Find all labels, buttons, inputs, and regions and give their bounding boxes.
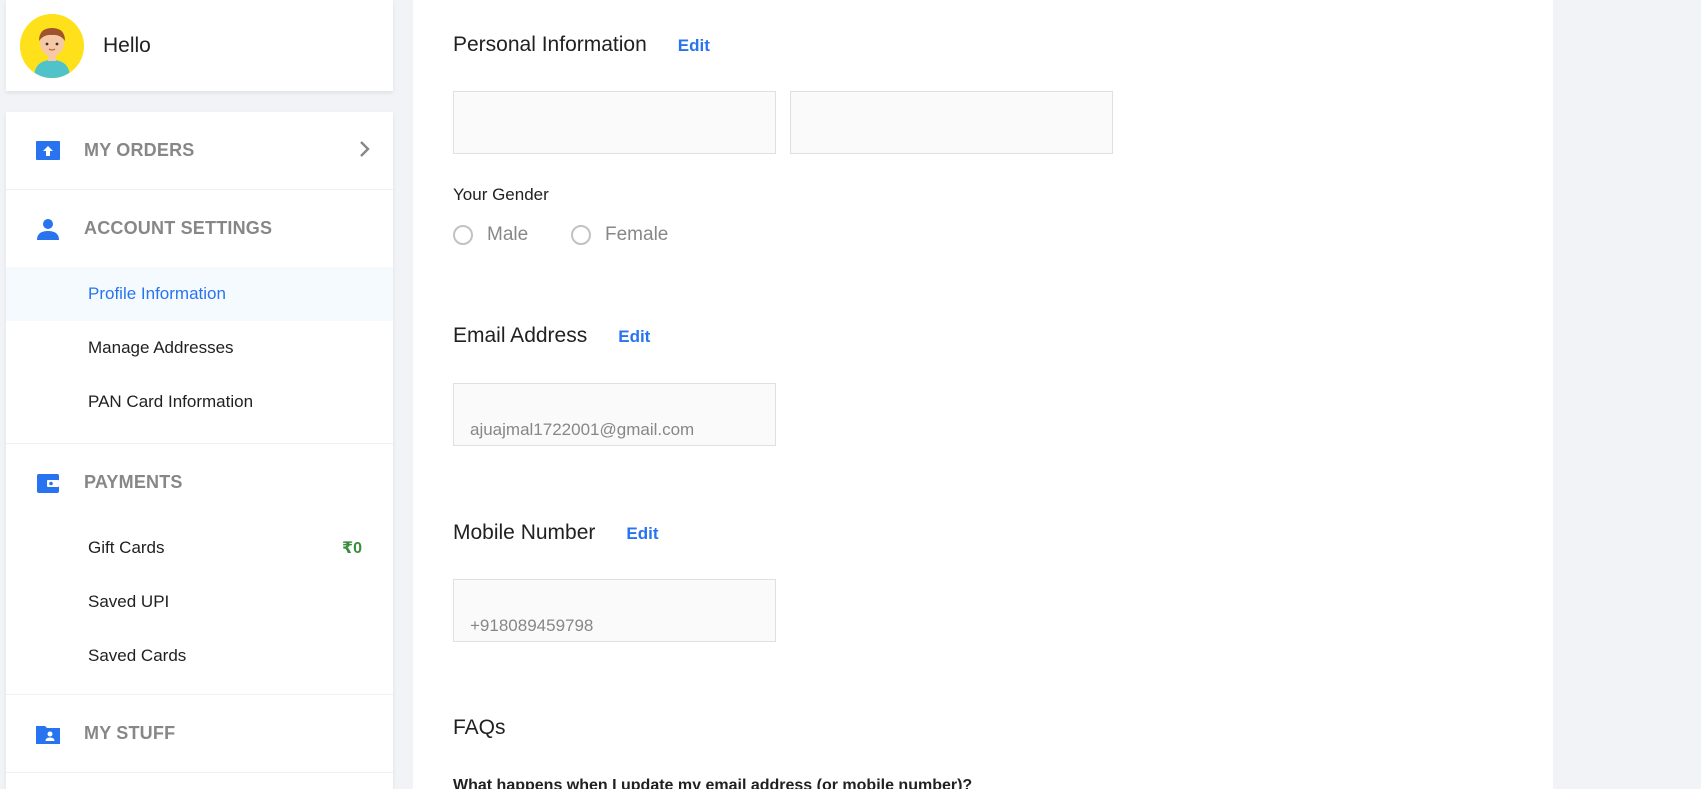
personal-info-edit-link[interactable]: Edit [678, 36, 710, 56]
sidebar-item-pan-card-information[interactable]: PAN Card Information [6, 375, 393, 429]
sidebar-item-my-orders[interactable]: MY ORDERS [6, 112, 393, 189]
orders-icon [35, 138, 61, 164]
radio-male-label: Male [487, 224, 529, 245]
email-edit-link[interactable]: Edit [618, 327, 650, 347]
account-sidebar-nav: MY ORDERS ACCOUNT SETTINGS Profile Infor… [6, 112, 393, 789]
folder-user-icon [35, 721, 61, 747]
email-title: Email Address [453, 324, 588, 347]
sidebar-item-saved-upi[interactable]: Saved UPI [6, 575, 393, 629]
mobile-title: Mobile Number [453, 521, 596, 544]
greeting-text: Hello [103, 33, 151, 57]
nav-section-my-stuff: MY STUFF [6, 695, 393, 773]
gender-option-male[interactable]: Male [453, 224, 528, 246]
radio-female[interactable] [571, 225, 591, 245]
nav-section-account-settings: ACCOUNT SETTINGS Profile Information Man… [6, 190, 393, 444]
sidebar-item-label: Gift Cards [88, 538, 165, 557]
faq-title: FAQs [453, 716, 506, 739]
sidebar-item-my-stuff[interactable]: MY STUFF [6, 695, 393, 772]
sidebar-item-manage-addresses[interactable]: Manage Addresses [6, 321, 393, 375]
gift-card-balance: ₹0 [341, 540, 362, 557]
sidebar-item-payments[interactable]: PAYMENTS [6, 444, 393, 521]
last-name-field[interactable] [790, 91, 1113, 154]
radio-male[interactable] [453, 225, 473, 245]
radio-female-label: Female [605, 224, 669, 245]
first-name-field[interactable] [453, 91, 776, 154]
gender-option-female[interactable]: Female [571, 224, 668, 246]
wallet-icon [35, 470, 61, 496]
personal-info-title: Personal Information [453, 33, 647, 56]
sidebar-item-label: PAYMENTS [84, 472, 183, 492]
mobile-field[interactable] [453, 579, 776, 642]
person-icon [35, 216, 61, 242]
gender-label: Your Gender [453, 185, 549, 204]
nav-section-orders: MY ORDERS [6, 112, 393, 190]
sidebar-item-label: MY ORDERS [84, 140, 195, 160]
faq-question: What happens when I update my email addr… [453, 777, 973, 789]
sidebar-item-gift-cards[interactable]: Gift Cards ₹0 [6, 521, 393, 575]
chevron-right-icon [359, 140, 371, 163]
email-field[interactable] [453, 383, 776, 446]
sidebar-item-account-settings[interactable]: ACCOUNT SETTINGS [6, 190, 393, 267]
avatar [20, 13, 84, 78]
mobile-header: Mobile Number Edit [453, 521, 659, 545]
profile-main-panel: Personal Information Edit Your Gender Ma… [413, 0, 1553, 789]
personal-info-header: Personal Information Edit [453, 33, 710, 57]
sidebar-item-label: MY STUFF [84, 723, 176, 743]
mobile-edit-link[interactable]: Edit [626, 524, 658, 544]
email-header: Email Address Edit [453, 324, 650, 348]
sidebar-item-profile-information[interactable]: Profile Information [6, 267, 393, 321]
user-greeting-card: Hello [6, 0, 393, 91]
sidebar-item-saved-cards[interactable]: Saved Cards [6, 629, 393, 683]
nav-section-payments: PAYMENTS Gift Cards ₹0 Saved UPI Saved C… [6, 444, 393, 695]
sidebar-item-label: ACCOUNT SETTINGS [84, 218, 273, 238]
